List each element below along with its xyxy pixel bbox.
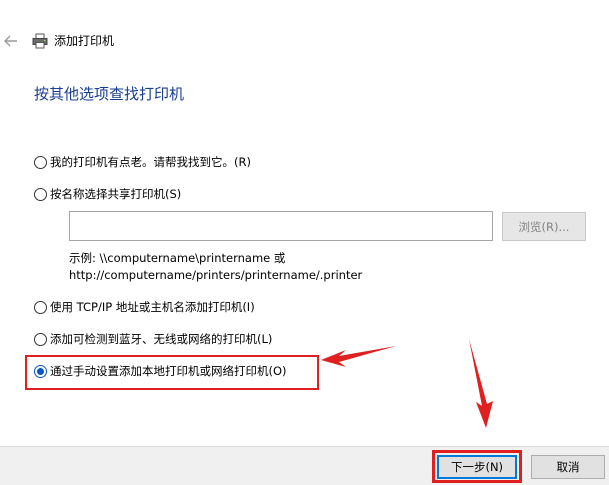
back-arrow-icon[interactable] — [4, 35, 18, 47]
option-shared-printer[interactable]: 按名称选择共享打印机(S) — [34, 186, 181, 202]
option-label: 我的打印机有点老。请帮我找到它。(R) — [50, 155, 251, 169]
footer-bar: 下一步(N) 取消 — [0, 446, 609, 485]
next-button[interactable]: 下一步(N) — [437, 455, 517, 479]
option-label: 添加可检测到蓝牙、无线或网络的打印机(L) — [50, 332, 273, 346]
example-line-1: 示例: \\computername\printername 或 — [69, 251, 286, 265]
window-title: 添加打印机 — [54, 34, 115, 48]
example-line-2: http://computername/printers/printername… — [69, 268, 363, 282]
page-heading: 按其他选项查找打印机 — [34, 85, 185, 103]
cancel-button[interactable]: 取消 — [531, 455, 605, 479]
annotation-arrow-icon — [321, 339, 493, 428]
option-tcpip[interactable]: 使用 TCP/IP 地址或主机名添加打印机(I) — [34, 299, 255, 315]
add-printer-window: 添加打印机 按其他选项查找打印机 我的打印机有点老。请帮我找到它。(R) 按名称… — [0, 0, 609, 485]
browse-button[interactable]: 浏览(R)... — [502, 212, 586, 241]
radio-wireless[interactable] — [34, 332, 47, 346]
option-label: 使用 TCP/IP 地址或主机名添加打印机(I) — [50, 300, 255, 314]
radio-local-manual[interactable] — [34, 364, 47, 378]
option-label: 按名称选择共享打印机(S) — [50, 187, 182, 201]
example-text: 示例: \\computername\printername 或 http://… — [69, 250, 362, 284]
annotation-arrow-down — [469, 339, 493, 428]
option-wireless[interactable]: 添加可检测到蓝牙、无线或网络的打印机(L) — [34, 331, 272, 347]
radio-shared-printer[interactable] — [34, 187, 47, 201]
option-local-manual[interactable]: 通过手动设置添加本地打印机或网络打印机(O) — [34, 363, 287, 379]
annotation-arrow-left — [321, 346, 396, 367]
option-label: 通过手动设置添加本地打印机或网络打印机(O) — [50, 364, 287, 378]
option-old-printer[interactable]: 我的打印机有点老。请帮我找到它。(R) — [34, 154, 251, 170]
shared-printer-name-input[interactable] — [69, 211, 493, 241]
printer-icon — [32, 33, 48, 49]
radio-tcpip[interactable] — [34, 300, 47, 314]
radio-old-printer[interactable] — [34, 155, 47, 169]
title-bar: 添加打印机 — [0, 28, 609, 54]
